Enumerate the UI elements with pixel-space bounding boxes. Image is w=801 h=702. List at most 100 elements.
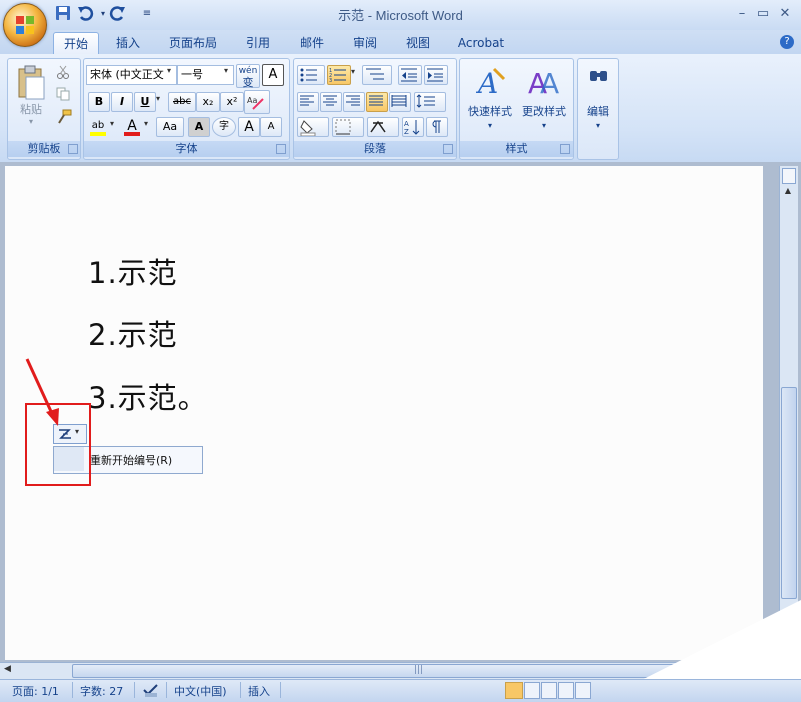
paragraph-launcher-icon[interactable] bbox=[443, 144, 453, 154]
window-title: 示范 - Microsoft Word bbox=[338, 8, 463, 23]
subscript-button[interactable]: x₂ bbox=[196, 92, 220, 112]
vertical-scroll-thumb[interactable] bbox=[781, 387, 797, 599]
binoculars-icon bbox=[590, 71, 607, 81]
paste-button[interactable]: 粘贴 ▾ bbox=[14, 65, 48, 133]
minimize-icon[interactable]: – bbox=[731, 6, 753, 22]
grow-font-button[interactable]: A bbox=[238, 117, 260, 137]
svg-text:Aa: Aa bbox=[247, 96, 257, 105]
align-right-button[interactable] bbox=[343, 92, 365, 112]
numbering-dropdown-icon[interactable]: ▾ bbox=[351, 67, 355, 76]
office-logo-icon bbox=[16, 16, 34, 34]
change-styles-icon: AA bbox=[528, 67, 559, 97]
restart-numbering-menu-item[interactable]: 重新开始编号(R) bbox=[90, 452, 172, 468]
sort-icon: AZ bbox=[404, 120, 420, 136]
pilcrow-icon bbox=[432, 120, 441, 133]
phonetic-guide-button[interactable]: wén 变 bbox=[236, 64, 260, 89]
full-screen-reading-view-icon[interactable] bbox=[524, 682, 540, 699]
copy-icon[interactable] bbox=[56, 87, 70, 101]
ruler-toggle-icon[interactable] bbox=[782, 168, 796, 184]
char-shading-button[interactable]: A bbox=[188, 117, 210, 137]
status-words[interactable]: 字数: 27 bbox=[80, 683, 123, 699]
justify-button[interactable] bbox=[366, 92, 388, 112]
tab-home[interactable]: 开始 bbox=[53, 32, 99, 55]
multilevel-list-button[interactable] bbox=[362, 65, 392, 85]
font-group: 宋体 (中文正文 ▾ 一号 ▾ wén 变 A B I U ▾ abc x₂ x²… bbox=[83, 58, 290, 160]
styles-launcher-icon[interactable] bbox=[560, 144, 570, 154]
bold-button[interactable]: B bbox=[88, 92, 110, 112]
tab-insert[interactable]: 插入 bbox=[106, 32, 150, 54]
italic-button[interactable]: I bbox=[111, 92, 133, 112]
underline-button[interactable]: U bbox=[134, 92, 156, 112]
status-page[interactable]: 页面: 1/1 bbox=[12, 683, 59, 699]
change-styles-button[interactable]: AA 更改样式 ▾ bbox=[516, 63, 572, 137]
format-painter-icon[interactable] bbox=[56, 109, 72, 124]
list-item[interactable]: 3.示范。 bbox=[88, 375, 208, 417]
web-layout-view-icon[interactable] bbox=[541, 682, 557, 699]
decrease-indent-button[interactable] bbox=[398, 65, 422, 85]
styles-group-label: 样式 bbox=[460, 141, 573, 157]
shrink-font-button[interactable]: A bbox=[260, 117, 282, 137]
editing-label: 编辑 bbox=[587, 105, 609, 118]
justify-icon bbox=[369, 95, 383, 106]
font-name-dropdown-icon[interactable]: ▾ bbox=[167, 66, 171, 75]
quick-styles-label: 快速样式 bbox=[468, 105, 512, 118]
highlight-dropdown-icon[interactable]: ▾ bbox=[110, 119, 114, 128]
font-color-button[interactable]: A bbox=[122, 117, 142, 136]
borders-icon bbox=[335, 119, 351, 135]
show-marks-button[interactable] bbox=[426, 117, 448, 137]
shading-button[interactable] bbox=[297, 117, 329, 137]
highlight-button[interactable]: ab bbox=[88, 117, 108, 136]
tab-page-layout[interactable]: 页面布局 bbox=[160, 32, 226, 54]
superscript-button[interactable]: x² bbox=[220, 92, 244, 112]
bullets-button[interactable] bbox=[297, 65, 325, 85]
list-item[interactable]: 2.示范 bbox=[88, 312, 178, 354]
tab-references[interactable]: 引用 bbox=[236, 32, 280, 54]
svg-text:3: 3 bbox=[329, 78, 332, 82]
editing-group: 编辑 ▾ bbox=[577, 58, 619, 160]
outline-view-icon[interactable] bbox=[558, 682, 574, 699]
close-icon[interactable]: ✕ bbox=[774, 6, 796, 22]
tab-review[interactable]: 审阅 bbox=[343, 32, 387, 54]
shading-icon bbox=[300, 120, 316, 136]
maximize-icon[interactable]: ▭ bbox=[752, 6, 774, 22]
font-color-dropdown-icon[interactable]: ▾ bbox=[144, 119, 148, 128]
enclose-char-button[interactable]: 字 bbox=[212, 117, 236, 137]
office-button[interactable] bbox=[3, 3, 47, 47]
status-language[interactable]: 中文(中国) bbox=[174, 683, 227, 699]
quick-styles-button[interactable]: A 快速样式 ▾ bbox=[462, 63, 516, 137]
scroll-up-icon[interactable]: ▲ bbox=[782, 186, 794, 198]
tab-view[interactable]: 视图 bbox=[396, 32, 440, 54]
numbering-button[interactable]: 123 bbox=[327, 65, 351, 85]
char-border-button[interactable]: A bbox=[262, 64, 284, 86]
paste-label: 粘贴 bbox=[20, 103, 42, 116]
clipboard-launcher-icon[interactable] bbox=[68, 144, 78, 154]
borders-button[interactable] bbox=[332, 117, 364, 137]
underline-dropdown-icon[interactable]: ▾ bbox=[156, 94, 160, 103]
font-launcher-icon[interactable] bbox=[276, 144, 286, 154]
help-icon[interactable]: ? bbox=[780, 35, 794, 49]
list-item[interactable]: 1.示范 bbox=[88, 250, 178, 292]
scroll-left-icon[interactable]: ◀ bbox=[4, 664, 11, 674]
increase-indent-button[interactable] bbox=[424, 65, 448, 85]
tab-acrobat[interactable]: Acrobat bbox=[450, 32, 512, 54]
distributed-button[interactable] bbox=[389, 92, 411, 112]
chinese-layout-button[interactable] bbox=[367, 117, 399, 137]
align-center-button[interactable] bbox=[320, 92, 342, 112]
clear-format-button[interactable]: Aa bbox=[244, 90, 270, 114]
font-size-dropdown-icon[interactable]: ▾ bbox=[224, 66, 228, 75]
line-spacing-button[interactable] bbox=[414, 92, 446, 112]
tab-mailings[interactable]: 邮件 bbox=[290, 32, 334, 54]
strikethrough-button[interactable]: abc bbox=[168, 92, 196, 112]
draft-view-icon[interactable] bbox=[575, 682, 591, 699]
sort-button[interactable]: AZ bbox=[402, 117, 424, 137]
status-insert-mode[interactable]: 插入 bbox=[248, 683, 270, 699]
proofing-icon[interactable] bbox=[142, 682, 160, 698]
align-left-button[interactable] bbox=[297, 92, 319, 112]
quick-styles-icon: A bbox=[476, 67, 506, 97]
line-spacing-icon bbox=[416, 94, 435, 108]
editing-button[interactable]: 编辑 ▾ bbox=[580, 63, 616, 137]
change-case-button[interactable]: Aa bbox=[156, 117, 184, 137]
cut-icon[interactable] bbox=[56, 65, 70, 79]
print-layout-view-icon[interactable] bbox=[505, 682, 523, 699]
font-name-combo[interactable]: 宋体 (中文正文 bbox=[86, 65, 177, 85]
